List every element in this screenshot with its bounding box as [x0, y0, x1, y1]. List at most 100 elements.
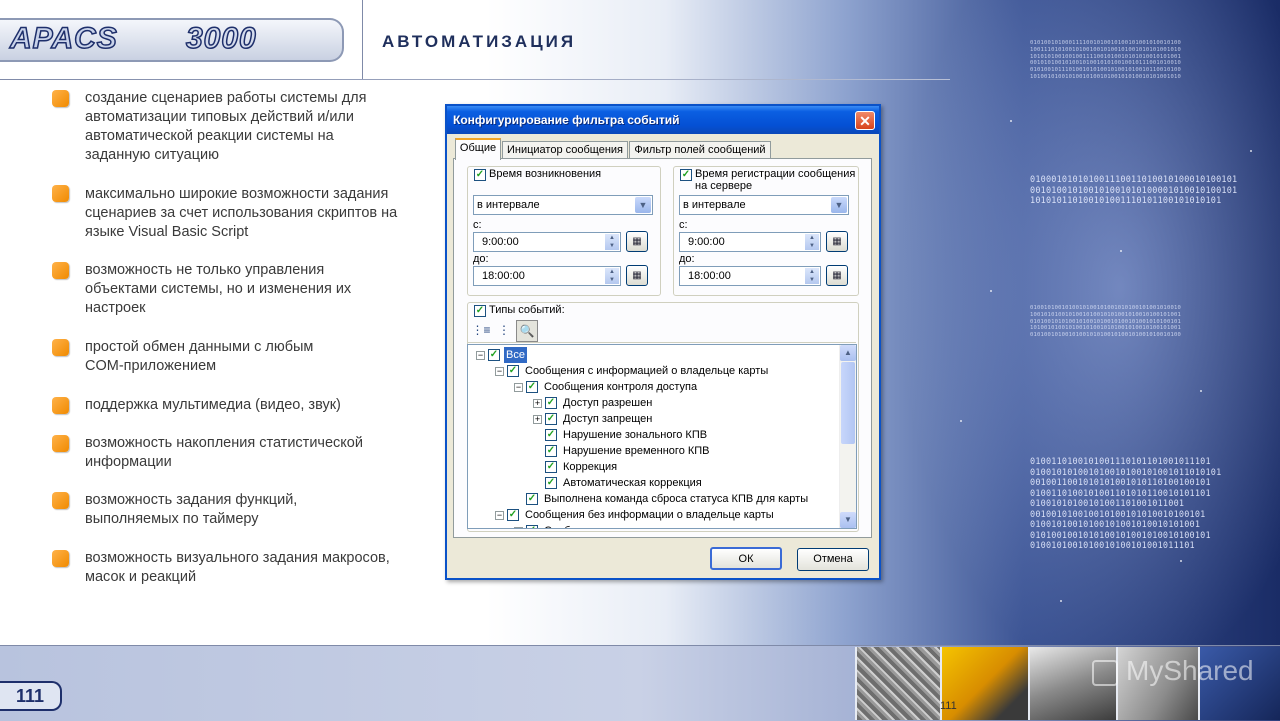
logo-text: APACS	[9, 21, 118, 56]
tree-item-checkbox[interactable]: ✓	[526, 525, 538, 528]
tree-item-checkbox[interactable]: ✓	[526, 381, 538, 393]
tab-general[interactable]: Общие	[455, 138, 501, 160]
tree-item-label: Выполнена команда сброса статуса КПВ для…	[544, 493, 809, 505]
tree-item-label: Нарушение зонального КПВ	[563, 429, 708, 441]
star	[1060, 600, 1062, 602]
page-number-small: 111	[940, 700, 957, 712]
background-glow	[880, 0, 1280, 720]
tree-item-checkbox[interactable]: ✓	[507, 365, 519, 377]
tree-item-label: Все	[504, 347, 527, 363]
time-occurred-from-input[interactable]: 9:00:00 ▲ ▼	[473, 232, 621, 252]
time-occurred-to-input[interactable]: 18:00:00 ▲ ▼	[473, 266, 621, 286]
bullet-text: создание сценариев работы системы для ав…	[85, 90, 367, 163]
tree-item-checkbox[interactable]: ✓	[545, 397, 557, 409]
bullet-text: возможность накопления статистической ин…	[85, 435, 363, 470]
binary-decoration-top: 0101001010001111001010010100101001010010…	[1030, 40, 1181, 80]
tree-item-checkbox[interactable]: ✓	[545, 445, 557, 457]
time-picker-button[interactable]: ▦	[626, 231, 648, 252]
star	[960, 420, 962, 422]
spinner-icon[interactable]: ▲ ▼	[805, 268, 819, 284]
cancel-button[interactable]: Отмена	[797, 548, 869, 571]
time-picker-button[interactable]: ▦	[826, 265, 848, 286]
bullet-marker	[52, 397, 69, 414]
chevron-down-icon[interactable]: ▼	[635, 197, 651, 213]
bullet-marker	[52, 262, 69, 279]
bullet-text: возможность задания функций, выполняемых…	[85, 492, 298, 527]
ok-button[interactable]: ОК	[710, 547, 782, 570]
time-picker-button[interactable]: ▦	[826, 231, 848, 252]
expand-icon[interactable]: +	[533, 415, 542, 424]
expand-all-icon[interactable]: ⋮≡	[471, 320, 491, 340]
event-types-tree[interactable]: − ✓ Все − ✓ Сообщения с информацией о владель…	[467, 344, 857, 529]
chevron-down-icon[interactable]: ▼	[831, 197, 847, 213]
scroll-thumb[interactable]	[841, 362, 855, 444]
bullet-text: простой обмен данными с любым COM-прилож…	[85, 339, 314, 374]
time-registered-to-input[interactable]: 18:00:00 ▲ ▼	[679, 266, 821, 286]
tree-item-checkbox[interactable]: ✓	[526, 493, 538, 505]
time-occurred-mode-value: в интервале	[477, 199, 540, 211]
collapse-icon[interactable]: −	[495, 511, 504, 520]
time-registered-from-value: 9:00:00	[688, 236, 725, 248]
bullet-marker	[52, 339, 69, 356]
bullet-marker	[52, 90, 69, 107]
time-registered-from-label: с:	[679, 219, 688, 231]
tree-item-checkbox[interactable]: ✓	[507, 509, 519, 521]
event-types-checkbox[interactable]: ✓	[474, 305, 486, 317]
close-button[interactable]: ✕	[855, 111, 875, 130]
star	[1180, 560, 1182, 562]
binary-decoration-mid: 010001010101001110011010010100010100101 …	[1030, 175, 1238, 206]
tab-message-field-filter[interactable]: Фильтр полей сообщений	[629, 141, 771, 159]
star	[1200, 390, 1202, 392]
tree-item-label: Нарушение временного КПВ	[563, 445, 710, 457]
tree-item-label: Сообщения без информации о владельце кар…	[525, 509, 774, 521]
collapse-icon[interactable]: −	[476, 351, 485, 360]
tree-item-label: Сообщения с информацией о владельце карт…	[525, 365, 769, 377]
time-occurred-from-label: с:	[473, 219, 482, 231]
bullet-text: максимально широкие возможности задания …	[85, 186, 398, 240]
time-occurred-to-value: 18:00:00	[482, 270, 525, 282]
star	[1010, 120, 1012, 122]
collapse-icon[interactable]: −	[514, 527, 523, 528]
collapse-icon[interactable]: −	[514, 383, 523, 392]
tree-item-label: Доступ запрещен	[563, 413, 653, 425]
tree-item-checkbox[interactable]: ✓	[545, 461, 557, 473]
tree-item-label: Сообщения контроля доступа	[544, 381, 698, 393]
tree-item-label: Автоматическая коррекция	[563, 477, 702, 489]
star	[1120, 250, 1122, 252]
star	[1250, 150, 1252, 152]
binary-decoration-bottom: 0100110100101001110101101001011101 01001…	[1030, 457, 1222, 551]
bullet-text: возможность не только управления объекта…	[85, 262, 352, 316]
find-icon[interactable]: 🔍	[516, 320, 538, 342]
tree-item-label: Сообщения контроля доступа	[542, 523, 699, 528]
expand-icon[interactable]: +	[533, 399, 542, 408]
bullet-marker	[52, 492, 69, 509]
dialog-titlebar[interactable]: Конфигурирование фильтра событий ✕	[447, 106, 879, 134]
logo-number: 3000	[185, 21, 257, 56]
spinner-icon[interactable]: ▲ ▼	[605, 234, 619, 250]
time-registered-checkbox[interactable]: ✓	[680, 169, 692, 181]
tree-item-label: Коррекция	[563, 461, 618, 473]
scroll-up-icon[interactable]: ▲	[840, 345, 856, 361]
time-occurred-label: Время возникновения	[489, 168, 602, 180]
time-occurred-checkbox[interactable]: ✓	[474, 169, 486, 181]
spinner-icon[interactable]: ▲ ▼	[805, 234, 819, 250]
tree-scrollbar[interactable]: ▲ ▼	[839, 345, 856, 528]
tab-message-initiator[interactable]: Инициатор сообщения	[502, 141, 628, 159]
time-picker-button[interactable]: ▦	[626, 265, 648, 286]
collapse-all-icon[interactable]: ⋮	[494, 320, 514, 340]
spinner-icon[interactable]: ▲ ▼	[605, 268, 619, 284]
tree-item-checkbox[interactable]: ✓	[545, 477, 557, 489]
time-occurred-mode-select[interactable]: в интервале ▼	[473, 195, 653, 215]
time-registered-mode-select[interactable]: в интервале ▼	[679, 195, 849, 215]
tree-item-checkbox[interactable]: ✓	[488, 349, 500, 361]
apacs-logo: APACS 3000	[0, 18, 344, 62]
page-number: 111	[0, 681, 62, 711]
time-occurred-from-value: 9:00:00	[482, 236, 519, 248]
tree-item-checkbox[interactable]: ✓	[545, 413, 557, 425]
time-occurred-to-label: до:	[473, 253, 489, 265]
scroll-down-icon[interactable]: ▼	[840, 512, 856, 528]
time-registered-from-input[interactable]: 9:00:00 ▲ ▼	[679, 232, 821, 252]
circuit-board-photo	[855, 647, 940, 720]
collapse-icon[interactable]: −	[495, 367, 504, 376]
tree-item-checkbox[interactable]: ✓	[545, 429, 557, 441]
